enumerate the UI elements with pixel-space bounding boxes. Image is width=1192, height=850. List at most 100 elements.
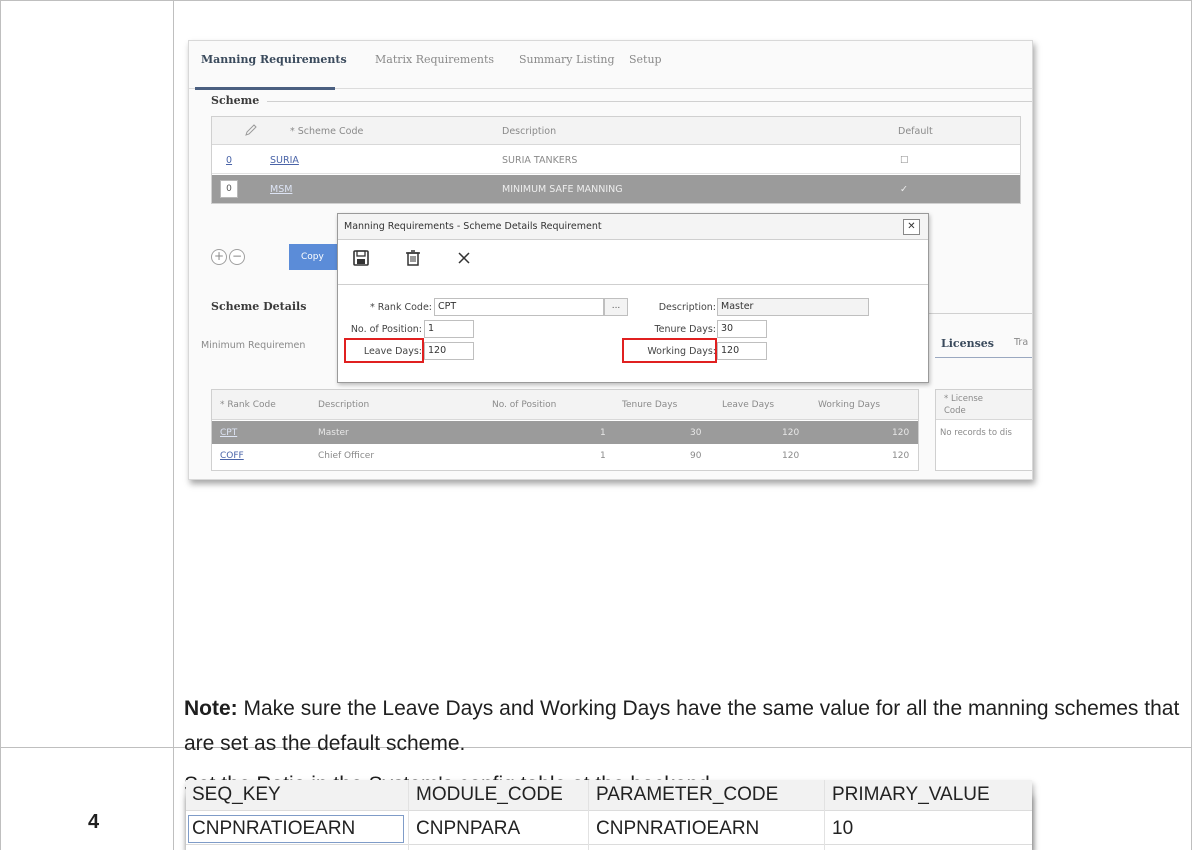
license-code-header-line1: * License <box>944 394 983 404</box>
table-border-left <box>0 0 1 850</box>
license-grid-header: * License Code <box>936 390 1032 420</box>
tenure-days-field[interactable]: 30 <box>717 320 767 338</box>
rank-working: 120 <box>892 451 910 461</box>
rank-description: Master <box>318 428 349 438</box>
table-row[interactable]: 0 MSM MINIMUM SAFE MANNING ✓ <box>212 175 1020 203</box>
details-divider <box>929 313 1032 314</box>
rank-code-field[interactable]: CPT <box>434 298 604 316</box>
scheme-legend: Scheme <box>211 94 260 107</box>
column-header: SEQ_KEY <box>192 784 281 805</box>
note-text: Make sure the Leave Days and Working Day… <box>184 697 1180 755</box>
leave-days-field[interactable]: 120 <box>424 342 474 360</box>
save-icon[interactable] <box>352 249 370 271</box>
close-icon[interactable]: ✕ <box>903 219 920 235</box>
description-field: Master <box>717 298 869 316</box>
table-row[interactable]: CNPNRATIOEARN CNPNPARA CNPNRATIOEARN 10 <box>186 814 1032 845</box>
working-days-field[interactable]: 120 <box>717 342 767 360</box>
licenses-grid: * License Code No records to dis <box>935 389 1032 471</box>
step-number: 4 <box>88 811 100 833</box>
manning-requirements-screenshot: Manning Requirements Matrix Requirements… <box>188 40 1033 480</box>
config-table: SEQ_KEY MODULE_CODE PARAMETER_CODE PRIMARY_… <box>186 780 1032 850</box>
note-paragraph: Note: Make sure the Leave Days and Worki… <box>184 691 1184 761</box>
tab-matrix-requirements[interactable]: Matrix Requirements <box>375 53 494 66</box>
column-divider <box>824 780 825 850</box>
scheme-description: MINIMUM SAFE MANNING <box>502 184 623 195</box>
table-row[interactable]: CPT Master 1 30 120 120 <box>212 421 918 444</box>
default-check-icon[interactable]: ✓ <box>900 184 908 195</box>
table-cell: CNPNRATIOEARN <box>596 818 760 839</box>
tab-licenses[interactable]: Licenses <box>941 337 994 350</box>
minimum-requirement-label: Minimum Requiremen <box>201 340 306 351</box>
tab-summary-listing[interactable]: Summary Listing <box>519 53 615 66</box>
header-rank-code: * Rank Code <box>220 400 276 410</box>
license-code-header-line2: Code <box>944 406 966 416</box>
rank-code-lookup-button[interactable]: ... <box>604 298 628 316</box>
cancel-icon[interactable] <box>456 250 472 270</box>
rank-description: Chief Officer <box>318 451 375 461</box>
column-divider <box>588 780 589 850</box>
positions-field[interactable]: 1 <box>424 320 474 338</box>
tab-manning-requirements[interactable]: Manning Requirements <box>201 53 347 66</box>
leave-days-highlight <box>344 338 424 363</box>
working-days-highlight <box>622 338 717 363</box>
header-working-days: Working Days <box>818 400 881 410</box>
tenure-days-label: Tenure Days: <box>654 324 716 335</box>
description-label: Description: <box>658 302 716 313</box>
rank-tenure: 30 <box>690 428 702 438</box>
config-table-header: SEQ_KEY MODULE_CODE PARAMETER_CODE PRIMARY_… <box>186 780 1032 811</box>
pencil-icon <box>244 123 258 140</box>
config-table-frame: SEQ_KEY MODULE_CODE PARAMETER_CODE PRIMARY_… <box>186 780 1032 850</box>
rank-leave: 120 <box>782 428 800 438</box>
rank-working: 120 <box>892 428 910 438</box>
delete-icon[interactable] <box>404 249 422 271</box>
header-leave-days: Leave Days <box>722 400 775 410</box>
scheme-legend-line <box>267 101 1032 102</box>
add-row-button[interactable]: + <box>211 249 227 265</box>
licenses-tab-underline <box>935 357 1032 358</box>
details-grid-header: * Rank Code Description No. of Position … <box>212 390 918 420</box>
table-row[interactable]: 0 SURIA SURIA TANKERS ☐ <box>212 146 1020 174</box>
scheme-code-link[interactable]: SURIA <box>270 155 299 166</box>
header-default: Default <box>898 126 933 137</box>
positions-label: No. of Position: <box>350 324 422 335</box>
tab-training-partial[interactable]: Tra <box>1014 337 1028 348</box>
rank-code-link[interactable]: CPT <box>220 428 237 438</box>
scheme-description: SURIA TANKERS <box>502 155 578 166</box>
table-border-top <box>0 0 1192 1</box>
header-positions: No. of Position <box>492 400 557 410</box>
header-scheme-code: * Scheme Code <box>290 126 364 137</box>
scheme-grid: * Scheme Code Description Default 0 SURI… <box>211 116 1021 204</box>
modal-title: Manning Requirements - Scheme Details Re… <box>338 214 928 240</box>
no-records-text: No records to dis <box>940 428 1012 438</box>
note-bold-label: Note: <box>184 697 238 720</box>
scheme-grid-header: * Scheme Code Description Default <box>212 117 1020 145</box>
header-description: Description <box>318 400 370 410</box>
rank-leave: 120 <box>782 451 800 461</box>
default-checkbox[interactable]: ☐ <box>900 155 909 166</box>
header-tenure-days: Tenure Days <box>622 400 678 410</box>
header-description: Description <box>502 126 557 137</box>
active-tab-indicator <box>195 87 335 90</box>
tab-bar: Manning Requirements Matrix Requirements… <box>189 41 1032 90</box>
table-column-divider <box>173 0 174 850</box>
remove-row-button[interactable]: − <box>229 249 245 265</box>
column-header: PRIMARY_VALUE <box>832 784 990 805</box>
scheme-details-grid: * Rank Code Description No. of Position … <box>211 389 919 471</box>
selected-cell-outline <box>188 815 404 843</box>
tab-setup[interactable]: Setup <box>629 53 662 66</box>
rank-positions: 1 <box>600 451 606 461</box>
rank-tenure: 90 <box>690 451 702 461</box>
scheme-code-link[interactable]: MSM <box>270 184 292 195</box>
rank-code-label: * Rank Code: <box>369 302 432 313</box>
table-cell: CNPNPARA <box>416 818 521 839</box>
row-number-box[interactable]: 0 <box>220 180 238 198</box>
table-cell: 10 <box>832 818 854 839</box>
rank-code-link[interactable]: COFF <box>220 451 244 461</box>
column-divider <box>408 780 409 850</box>
scheme-details-legend: Scheme Details <box>211 300 307 313</box>
rank-positions: 1 <box>600 428 606 438</box>
row-number[interactable]: 0 <box>226 155 232 166</box>
column-header: MODULE_CODE <box>416 784 563 805</box>
modal-toolbar <box>338 241 928 285</box>
table-row[interactable]: COFF Chief Officer 1 90 120 120 <box>212 444 918 467</box>
